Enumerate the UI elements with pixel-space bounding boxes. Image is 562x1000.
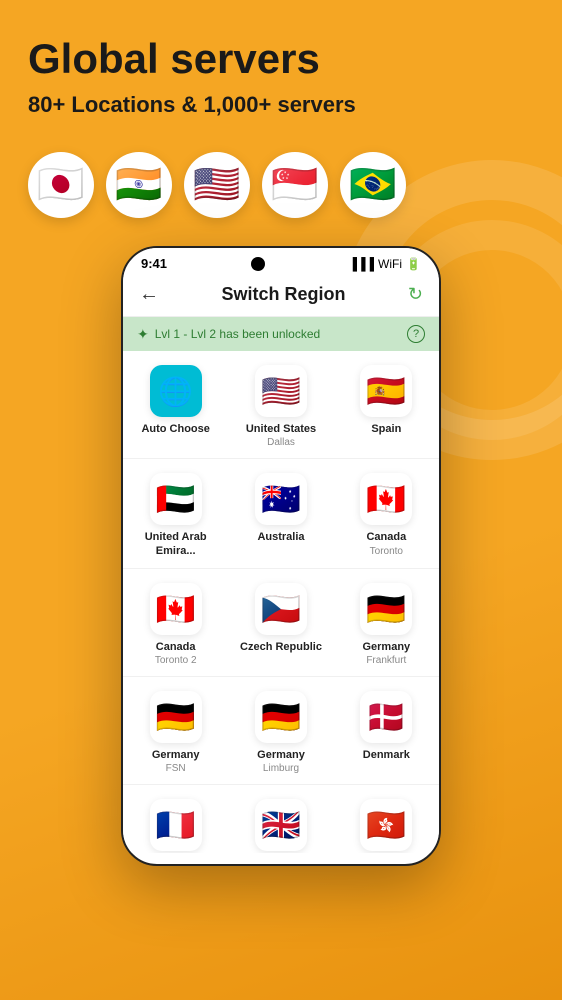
help-button[interactable]: ? (407, 325, 425, 343)
flag-uae: 🇦🇪 (150, 473, 202, 525)
unlock-star-icon: ✦ (137, 326, 149, 343)
server-hongkong[interactable]: 🇭🇰 Hong Kong (334, 785, 439, 853)
server-name-us: United States (246, 423, 316, 436)
signal-icon: ▐▐▐ (349, 257, 375, 271)
status-time: 9:41 (141, 256, 167, 271)
server-name-spain: Spain (371, 423, 401, 436)
status-icons: ▐▐▐ WiFi 🔋 (349, 257, 421, 271)
server-name-ger-fsn: Germany (152, 749, 200, 762)
server-united-states[interactable]: 🇺🇸 United States Dallas (228, 351, 333, 459)
server-sub-canada-t: Toronto (370, 546, 403, 557)
flag-germany-fsn: 🇩🇪 (150, 691, 202, 743)
server-uk[interactable]: 🇬🇧 United Kingdom London (228, 785, 333, 853)
flag-spain: 🇪🇸 (360, 365, 412, 417)
flag-india[interactable]: 🇮🇳 (106, 152, 172, 218)
flag-hongkong: 🇭🇰 (360, 799, 412, 851)
flag-japan[interactable]: 🇯🇵 (28, 152, 94, 218)
server-czech[interactable]: 🇨🇿 Czech Republic (228, 569, 333, 677)
server-sub-canada-t2: Toronto 2 (155, 655, 197, 666)
flag-usa[interactable]: 🇺🇸 (184, 152, 250, 218)
nav-bar: ← Switch Region ↻ (123, 275, 439, 317)
server-sub-ger-fsn: FSN (166, 763, 186, 774)
flag-denmark: 🇩🇰 (360, 691, 412, 743)
auto-choose-flag: 🌐 (150, 365, 202, 417)
flag-uk: 🇬🇧 (255, 799, 307, 851)
battery-icon: 🔋 (406, 257, 421, 271)
server-name-ger-l: Germany (257, 749, 305, 762)
page-title: Global servers (28, 36, 534, 82)
server-name-canada-t2: Canada (156, 641, 196, 654)
flag-czech: 🇨🇿 (255, 583, 307, 635)
server-germany-fsn[interactable]: 🇩🇪 Germany FSN (123, 677, 228, 785)
flag-germany-limburg: 🇩🇪 (255, 691, 307, 743)
status-bar: 9:41 ▐▐▐ WiFi 🔋 (123, 248, 439, 275)
phone-frame: 9:41 ▐▐▐ WiFi 🔋 ← Switch Region ↻ ✦ Lvl … (121, 246, 441, 866)
flag-australia: 🇦🇺 (255, 473, 307, 525)
camera-notch (251, 257, 265, 271)
back-button[interactable]: ← (139, 283, 159, 306)
header-section: Global servers 80+ Locations & 1,000+ se… (0, 0, 562, 134)
unlock-banner: ✦ Lvl 1 - Lvl 2 has been unlocked ? (123, 317, 439, 351)
server-germany-frankfurt[interactable]: 🇩🇪 Germany Frankfurt (334, 569, 439, 677)
server-name-canada-t: Canada (366, 531, 406, 544)
server-name-denmark: Denmark (363, 749, 410, 762)
server-auto-choose[interactable]: 🌐 Auto Choose (123, 351, 228, 459)
nav-title: Switch Region (221, 284, 345, 305)
server-denmark[interactable]: 🇩🇰 Denmark (334, 677, 439, 785)
server-name-czech: Czech Republic (240, 641, 322, 654)
server-australia[interactable]: 🇦🇺 Australia (228, 459, 333, 568)
unlock-message: Lvl 1 - Lvl 2 has been unlocked (155, 327, 320, 341)
server-france[interactable]: 🇫🇷 France Strasbourg (123, 785, 228, 853)
flag-germany-frankfurt: 🇩🇪 (360, 583, 412, 635)
flag-singapore[interactable]: 🇸🇬 (262, 152, 328, 218)
server-sub-ger-l: Limburg (263, 763, 299, 774)
server-sub-ger-f: Frankfurt (366, 655, 406, 666)
server-name-uae: United Arab Emira... (129, 531, 222, 557)
server-name-auto: Auto Choose (141, 423, 209, 436)
server-uae[interactable]: 🇦🇪 United Arab Emira... (123, 459, 228, 568)
flag-us: 🇺🇸 (255, 365, 307, 417)
server-name-ger-f: Germany (362, 641, 410, 654)
unlock-text: ✦ Lvl 1 - Lvl 2 has been unlocked (137, 326, 320, 343)
server-name-australia: Australia (257, 531, 304, 544)
page-subtitle: 80+ Locations & 1,000+ servers (28, 92, 534, 118)
wifi-icon: WiFi (378, 257, 402, 271)
flag-canada-toronto: 🇨🇦 (360, 473, 412, 525)
server-canada-toronto2[interactable]: 🇨🇦 Canada Toronto 2 (123, 569, 228, 677)
server-sub-us: Dallas (267, 437, 295, 448)
server-canada-toronto[interactable]: 🇨🇦 Canada Toronto (334, 459, 439, 568)
server-grid: 🌐 Auto Choose 🇺🇸 United States Dallas 🇪🇸… (123, 351, 439, 853)
server-spain[interactable]: 🇪🇸 Spain (334, 351, 439, 459)
server-germany-limburg[interactable]: 🇩🇪 Germany Limburg (228, 677, 333, 785)
flag-france: 🇫🇷 (150, 799, 202, 851)
flag-canada-toronto2: 🇨🇦 (150, 583, 202, 635)
refresh-button[interactable]: ↻ (408, 284, 423, 305)
